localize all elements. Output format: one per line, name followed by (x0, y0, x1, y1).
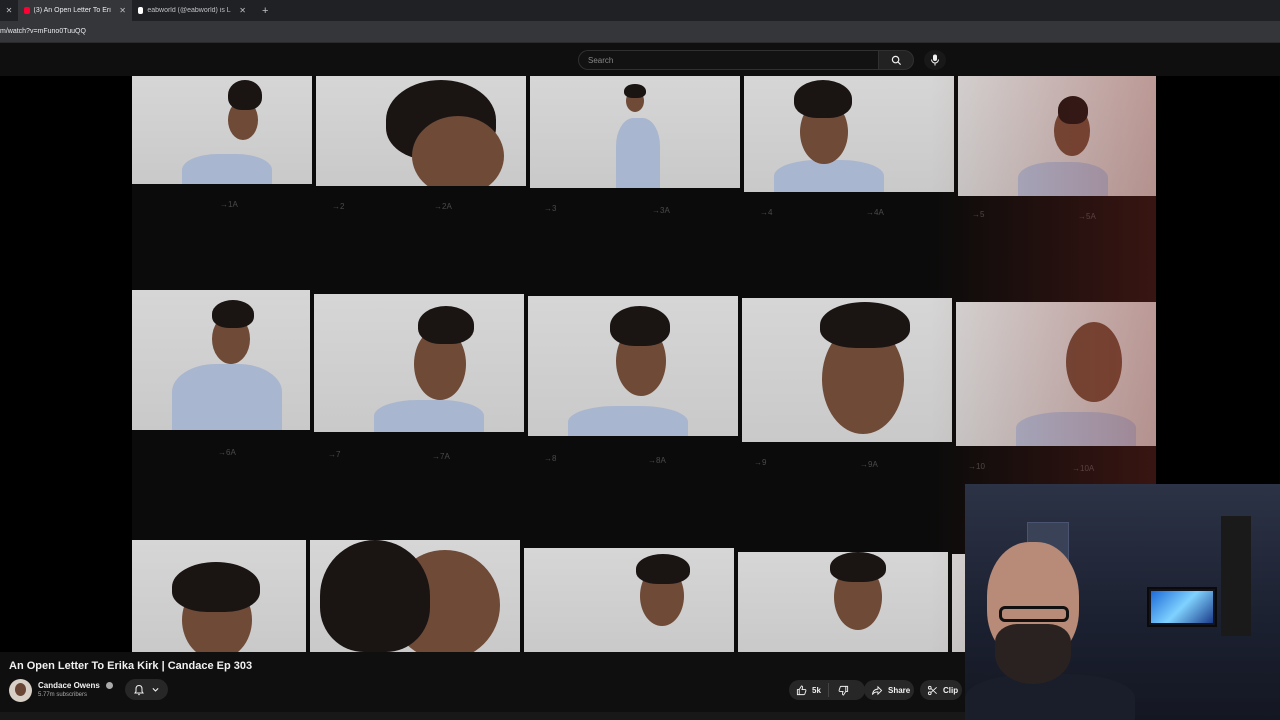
close-tab-icon[interactable]: ✕ (119, 6, 126, 15)
search-button[interactable] (878, 50, 914, 70)
like-button[interactable]: 5k (789, 683, 829, 697)
clip-button[interactable]: Clip (920, 680, 962, 700)
like-count: 5k (812, 685, 821, 695)
chevron-down-icon (152, 687, 159, 692)
address-url: m/watch?v=mFuno0TuuQQ (0, 28, 86, 35)
notifications-button[interactable] (125, 679, 168, 700)
contact-photo (530, 76, 740, 188)
frame-number: →6A (218, 448, 236, 457)
subscriber-count: 5.77m subscribers (38, 692, 88, 698)
frame-number: →8A (648, 456, 666, 465)
webcam-person-body (965, 674, 1135, 720)
contact-photo (528, 296, 738, 436)
mic-icon (931, 54, 939, 66)
like-dislike-group: 5k (789, 680, 865, 700)
contact-photo (738, 552, 948, 652)
contact-photo (316, 76, 526, 186)
dislike-button[interactable] (829, 685, 854, 696)
thumbs-down-icon (838, 685, 848, 696)
tab-video[interactable]: (3) An Open Letter To Erika Kirk ✕ (18, 0, 132, 21)
search-input[interactable] (578, 50, 878, 70)
frame-number: →10A (1072, 464, 1095, 473)
contact-photo (132, 290, 310, 430)
frame-number: →7 (328, 450, 341, 459)
search-icon (891, 55, 901, 65)
contact-photo (310, 540, 520, 652)
bell-icon (134, 684, 144, 695)
contact-strip-1: →1A →2 →2A →3 →3A →4 →4A →5 →5A (132, 76, 1156, 276)
tab-live[interactable]: eabworld (@eabworld) is LIVE ✕ (132, 0, 252, 21)
tab-title: (3) An Open Letter To Erika Kirk (33, 7, 112, 14)
contact-strip-2: →6A →7 →7A →8 →8A →9 →9A →10 →10A (132, 288, 1156, 488)
contact-photo (744, 76, 954, 192)
webcam-overlay (965, 484, 1280, 720)
frame-number: →5A (1078, 212, 1096, 221)
thumbs-up-icon (796, 684, 807, 695)
voice-search-button[interactable] (924, 50, 946, 70)
channel-avatar[interactable] (9, 679, 32, 702)
frame-number: →3A (652, 206, 670, 215)
contact-photo (132, 540, 306, 652)
frame-number: →9A (860, 460, 878, 469)
frame-number: →9 (754, 458, 767, 467)
new-tab-icon[interactable]: + (262, 5, 268, 17)
contact-photo (958, 76, 1156, 196)
tab-title: eabworld (@eabworld) is LIVE (147, 7, 231, 14)
contact-photo (742, 298, 952, 442)
frame-number: →7A (432, 452, 450, 461)
video-info: An Open Letter To Erika Kirk | Candace E… (0, 652, 965, 720)
contact-photo (524, 548, 734, 652)
contact-photo (132, 76, 312, 184)
contact-photo (314, 294, 524, 432)
frame-number: →10 (968, 462, 985, 471)
share-label: Share (888, 685, 911, 695)
close-tab-icon[interactable]: ✕ (239, 6, 246, 15)
video-title: An Open Letter To Erika Kirk | Candace E… (9, 660, 253, 672)
page-bottom-edge (0, 712, 965, 720)
tiktok-favicon-icon (138, 7, 144, 14)
frame-number: →4 (760, 208, 773, 217)
youtube-masthead (0, 44, 1280, 76)
verified-badge-icon (106, 682, 113, 689)
share-button[interactable]: Share (864, 680, 914, 700)
tab-close-icon[interactable]: ✕ (0, 0, 18, 21)
scissors-icon (927, 685, 937, 695)
frame-number: →2 (332, 202, 345, 211)
webcam-shelf (1221, 516, 1251, 636)
contact-photo (956, 302, 1156, 446)
youtube-favicon-icon (24, 7, 30, 14)
channel-name[interactable]: Candace Owens (38, 681, 100, 690)
browser-tabstrip: ✕ (3) An Open Letter To Erika Kirk ✕ eab… (0, 0, 1280, 21)
frame-number: →1A (220, 200, 238, 209)
webcam-tv (1147, 587, 1217, 627)
frame-number: →8 (544, 454, 557, 463)
address-bar[interactable]: m/watch?v=mFuno0TuuQQ (0, 21, 1280, 43)
frame-number: →4A (866, 208, 884, 217)
frame-number: →5 (972, 210, 985, 219)
frame-number: →3 (544, 204, 557, 213)
share-icon (871, 685, 883, 695)
search-box (578, 50, 914, 70)
webcam-person-glasses (999, 606, 1069, 622)
clip-label: Clip (943, 685, 959, 695)
frame-number: →2A (434, 202, 452, 211)
webcam-person-beard (995, 624, 1071, 684)
